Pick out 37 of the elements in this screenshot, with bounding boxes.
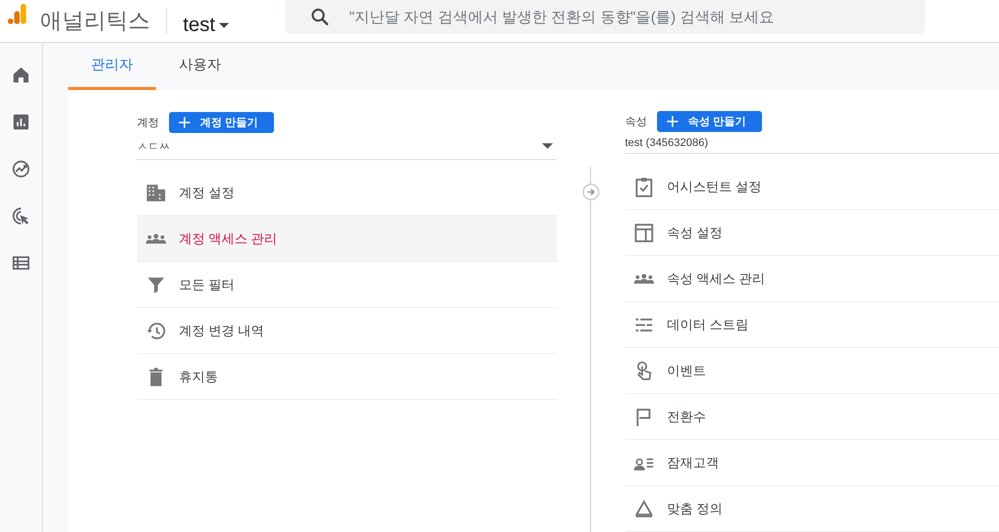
arrow-circle-icon [582, 183, 600, 201]
target-cursor-icon[interactable] [11, 206, 31, 226]
selector-dropdown[interactable]: test (345632086) [625, 132, 999, 154]
account-selector[interactable]: test [183, 14, 230, 36]
search-icon [309, 6, 332, 28]
plus-icon [667, 116, 678, 127]
triangle-icon [633, 498, 655, 520]
analytics-logo-icon [6, 2, 28, 24]
trend-icon[interactable] [11, 159, 31, 179]
clipboard-check-icon [633, 176, 655, 198]
menu-item[interactable]: 속성 액세스 관리 [625, 256, 999, 302]
home-icon[interactable] [11, 65, 31, 85]
plus-icon [179, 116, 190, 128]
caret-icon [542, 143, 553, 149]
menu-item[interactable]: 맞춤 정의 [625, 486, 999, 532]
column-label: 속성 [625, 115, 647, 129]
search-field[interactable]: "지난달 자연 검색에서 발생한 전환의 동향"을(를) 검색해 보세요 [285, 0, 926, 34]
menu-item[interactable]: 데이터 스트림 [625, 302, 999, 348]
menu-item[interactable]: 잠재고객 [625, 440, 999, 486]
column-label: 계정 [137, 116, 159, 130]
window-icon [633, 222, 655, 244]
menu-item[interactable]: 계정 액세스 관리 [137, 216, 557, 262]
menu-item[interactable]: 어시스턴트 설정 [625, 164, 999, 210]
caret-icon [219, 22, 230, 28]
history-icon [145, 320, 167, 342]
create-button[interactable]: 계정 만들기 [169, 112, 274, 132]
bar-chart-icon[interactable] [11, 112, 31, 132]
selector-dropdown[interactable]: ㅅㄷㅆ [137, 133, 557, 160]
menu-item[interactable]: 휴지통 [137, 354, 557, 400]
tab[interactable]: 사용자 [156, 43, 244, 90]
menu-item[interactable]: 계정 변경 내역 [137, 308, 557, 354]
menu-item[interactable]: 전환수 [625, 394, 999, 440]
app-name: 애널리틱스 [40, 7, 150, 35]
menu-item[interactable]: 속성 설정 [625, 210, 999, 256]
menu-item[interactable]: 이벤트 [625, 348, 999, 394]
create-button[interactable]: 속성 만들기 [657, 111, 762, 132]
menu-item[interactable]: 모든 필터 [137, 262, 557, 308]
